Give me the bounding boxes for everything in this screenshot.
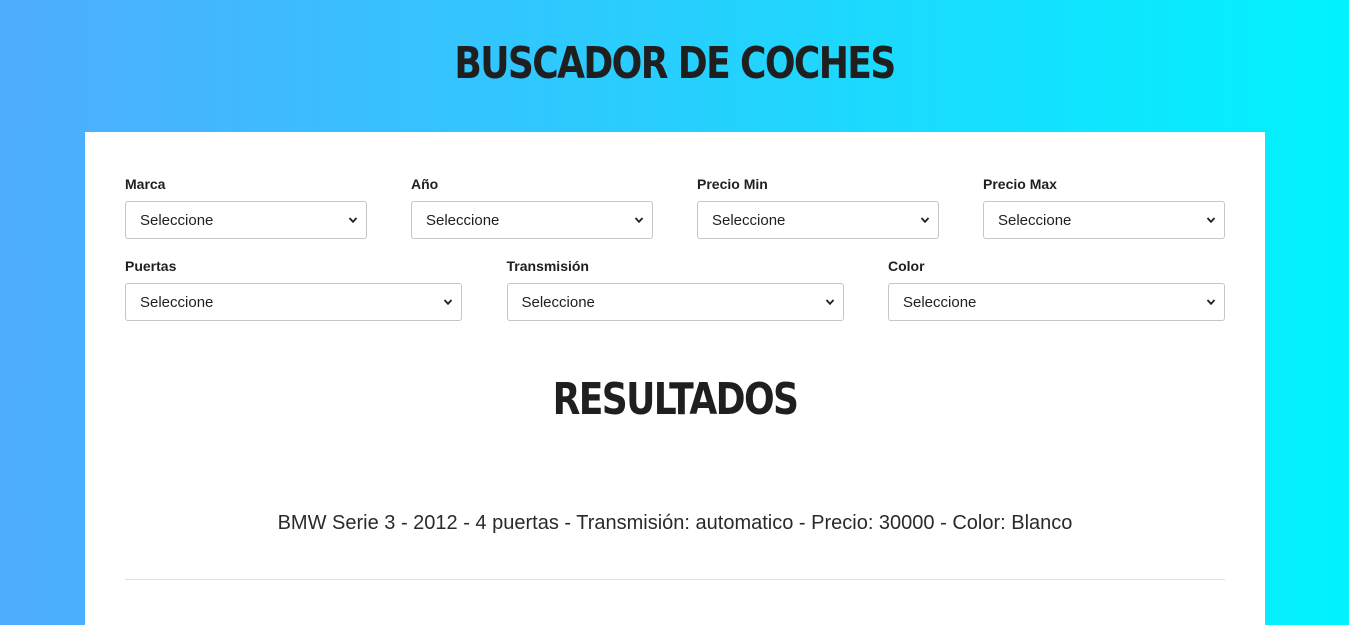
anio-select[interactable]: Seleccione: [411, 201, 653, 239]
precio-min-select-value: Seleccione: [712, 211, 786, 229]
precio-max-label: Precio Max: [983, 176, 1057, 192]
chevron-down-icon: [1206, 217, 1216, 224]
marca-label: Marca: [125, 176, 166, 192]
filter-transmision: Transmisión Seleccione: [506, 258, 844, 321]
precio-min-label: Precio Min: [697, 176, 768, 192]
result-list: BMW Serie 3 - 2012 - 4 puertas - Transmi…: [125, 508, 1225, 580]
transmision-select-value: Seleccione: [521, 293, 595, 311]
puertas-label: Puertas: [125, 258, 177, 274]
puertas-select-value: Seleccione: [140, 293, 214, 311]
filter-row-2: Puertas Seleccione Transmisión Seleccion…: [125, 258, 1225, 321]
puertas-select[interactable]: Seleccione: [125, 283, 462, 321]
precio-min-select[interactable]: Seleccione: [697, 201, 939, 239]
color-select[interactable]: Seleccione: [888, 283, 1225, 321]
chevron-down-icon: [443, 299, 453, 306]
chevron-down-icon: [348, 217, 358, 224]
chevron-down-icon: [634, 217, 644, 224]
search-card: Marca Seleccione Año Seleccione Precio M…: [85, 132, 1265, 625]
precio-max-select[interactable]: Seleccione: [983, 201, 1225, 239]
filter-puertas: Puertas Seleccione: [125, 258, 462, 321]
transmision-select[interactable]: Seleccione: [506, 283, 844, 321]
chevron-down-icon: [825, 299, 834, 306]
precio-max-select-value: Seleccione: [998, 211, 1072, 229]
results-title: Resultados: [552, 374, 799, 425]
anio-select-value: Seleccione: [426, 211, 500, 229]
filter-row-1: Marca Seleccione Año Seleccione Precio M…: [125, 176, 1225, 239]
filter-color: Color Seleccione: [888, 258, 1225, 321]
chevron-down-icon: [920, 217, 930, 224]
marca-select[interactable]: Seleccione: [125, 201, 367, 239]
page-title: Buscador de coches: [454, 38, 896, 89]
transmision-label: Transmisión: [506, 258, 589, 274]
anio-label: Año: [411, 176, 439, 192]
color-select-value: Seleccione: [903, 293, 977, 311]
filter-marca: Marca Seleccione: [125, 176, 367, 239]
chevron-down-icon: [1206, 299, 1216, 306]
list-item: BMW Serie 3 - 2012 - 4 puertas - Transmi…: [125, 508, 1225, 580]
filter-precio-min: Precio Min Seleccione: [697, 176, 939, 239]
color-label: Color: [888, 258, 925, 274]
marca-select-value: Seleccione: [140, 211, 214, 229]
filter-anio: Año Seleccione: [411, 176, 653, 239]
filter-precio-max: Precio Max Seleccione: [983, 176, 1225, 239]
